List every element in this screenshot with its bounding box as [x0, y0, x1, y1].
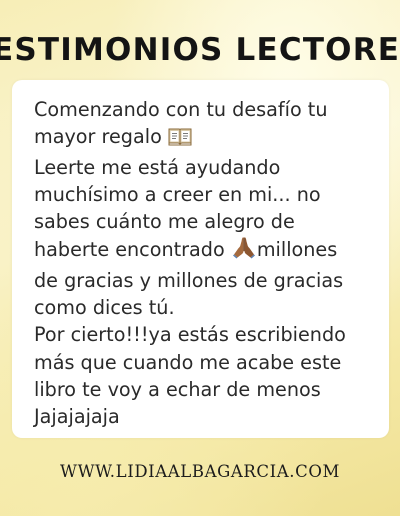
- praying-hands-icon: [231, 235, 257, 266]
- message-line: Jajajajaja: [34, 405, 120, 429]
- website-url: WWW.LIDIAALBAGARCIA.COM: [60, 462, 340, 481]
- message-text: haberte encontrado: [34, 238, 225, 262]
- message-line: libro te voy a echar de menos: [34, 377, 321, 401]
- header-banner: ESTIMONIOS LECTORE: [0, 26, 400, 74]
- message-text: millones: [256, 238, 338, 262]
- testimonial-message: Comenzando con tu desafío tu mayor regal…: [34, 96, 379, 431]
- message-line: Comenzando con tu desafío tu: [34, 98, 328, 121]
- testimonial-card: Comenzando con tu desafío tu mayor regal…: [12, 80, 389, 438]
- message-line: más que cuando me acabe este: [34, 350, 342, 374]
- message-line-with-icon: mayor regalo: [34, 123, 379, 153]
- message-line: como dices tú.: [34, 296, 175, 320]
- open-book-icon: [168, 126, 192, 153]
- message-line: Por cierto!!!ya estás escribiendo: [34, 323, 346, 347]
- message-line-with-icon: haberte encontrado millones: [34, 235, 379, 266]
- message-line: Leerte me está ayudando: [34, 155, 281, 179]
- message-line: muchísimo a creer en mi... no: [34, 182, 321, 206]
- message-text: mayor regalo: [34, 125, 162, 149]
- message-line: sabes cuánto me alegro de: [34, 210, 295, 234]
- message-line: de gracias y millones de gracias: [34, 268, 344, 292]
- page-title: ESTIMONIOS LECTORE: [0, 32, 400, 68]
